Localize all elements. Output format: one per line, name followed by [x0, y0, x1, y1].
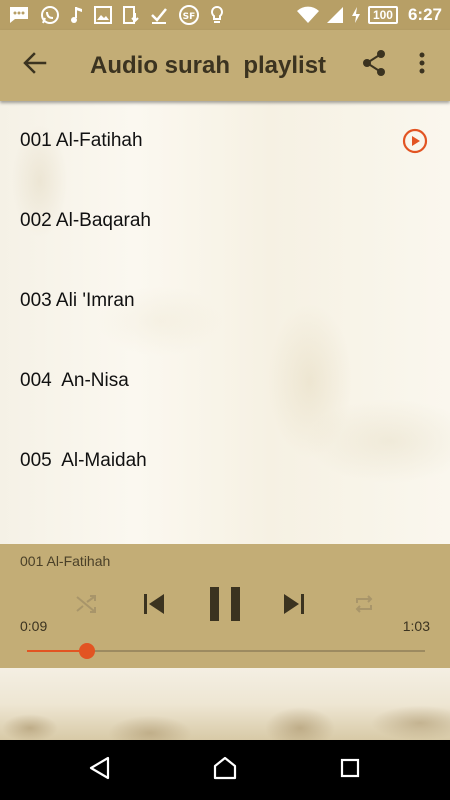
- playlist: 001 Al-Fatihah 002 Al-Baqarah 003 Ali 'I…: [0, 101, 450, 544]
- image-icon: [94, 6, 112, 24]
- play-circle-icon[interactable]: [402, 128, 428, 154]
- skip-next-icon: [282, 593, 306, 620]
- playlist-item-label: 002 Al-Baqarah: [20, 210, 151, 231]
- download-icon: [122, 5, 140, 25]
- wifi-icon: [296, 6, 320, 24]
- player-controls: [0, 584, 450, 628]
- nav-back-button[interactable]: [70, 740, 130, 800]
- cellular-signal-icon: [326, 6, 344, 24]
- playlist-item-label: 003 Ali 'Imran: [20, 290, 135, 311]
- repeat-button[interactable]: [344, 584, 384, 628]
- pause-button[interactable]: [200, 584, 250, 628]
- background-texture: [0, 668, 450, 740]
- nav-home-button[interactable]: [195, 740, 255, 800]
- whatsapp-icon: [40, 5, 60, 25]
- playlist-item-3[interactable]: 003 Ali 'Imran: [0, 261, 450, 341]
- playlist-item-1[interactable]: 001 Al-Fatihah: [0, 101, 450, 181]
- previous-button[interactable]: [134, 584, 174, 628]
- share-icon: [361, 49, 387, 82]
- seek-bar[interactable]: [27, 643, 425, 659]
- more-vert-icon: [419, 52, 425, 79]
- playlist-item-2[interactable]: 002 Al-Baqarah: [0, 181, 450, 261]
- status-left-icons: SF: [8, 4, 224, 26]
- skip-previous-icon: [142, 593, 166, 620]
- pause-icon: [209, 586, 241, 627]
- home-icon: [212, 756, 238, 785]
- check-icon: [150, 6, 168, 24]
- now-playing-title: 001 Al-Fatihah: [20, 553, 111, 569]
- status-time: 6:27: [407, 5, 442, 24]
- lightbulb-icon: [210, 5, 224, 25]
- current-time: 0:09: [20, 618, 48, 634]
- arrow-back-icon: [23, 52, 47, 79]
- svg-text:SF: SF: [183, 12, 196, 22]
- playlist-item-5[interactable]: 005 Al-Maidah: [0, 421, 450, 501]
- recents-icon: [340, 758, 360, 783]
- audio-player: 001 Al-Fatihah 0:09 1:03: [0, 544, 450, 668]
- more-options-button[interactable]: [402, 30, 442, 101]
- playlist-item-label: 005 Al-Maidah: [20, 450, 147, 471]
- status-bar: SF 100 6:27: [0, 0, 450, 30]
- app-bar: Audio surah playlist: [0, 30, 450, 101]
- message-icon: [8, 5, 30, 25]
- share-button[interactable]: [346, 30, 402, 101]
- nav-recents-button[interactable]: [320, 740, 380, 800]
- sf-app-icon: SF: [178, 4, 200, 26]
- seek-progress: [27, 650, 87, 652]
- repeat-icon: [353, 593, 375, 620]
- seek-thumb[interactable]: [78, 643, 95, 659]
- shuffle-icon: [75, 594, 97, 619]
- page-title: Audio surah playlist: [90, 51, 327, 79]
- navigation-bar: [0, 740, 450, 800]
- battery-level: 100: [367, 6, 398, 24]
- status-right-icons: 100 6:27: [296, 5, 442, 25]
- back-button[interactable]: [0, 30, 70, 101]
- shuffle-button[interactable]: [66, 584, 106, 628]
- music-note-icon: [70, 5, 84, 25]
- back-triangle-icon: [88, 756, 112, 785]
- playlist-item-label: 004 An-Nisa: [20, 370, 129, 391]
- charging-icon: [350, 6, 362, 24]
- playlist-item-label: 001 Al-Fatihah: [20, 130, 143, 151]
- next-button[interactable]: [274, 584, 314, 628]
- playlist-item-4[interactable]: 004 An-Nisa: [0, 341, 450, 421]
- total-time: 1:03: [402, 618, 430, 634]
